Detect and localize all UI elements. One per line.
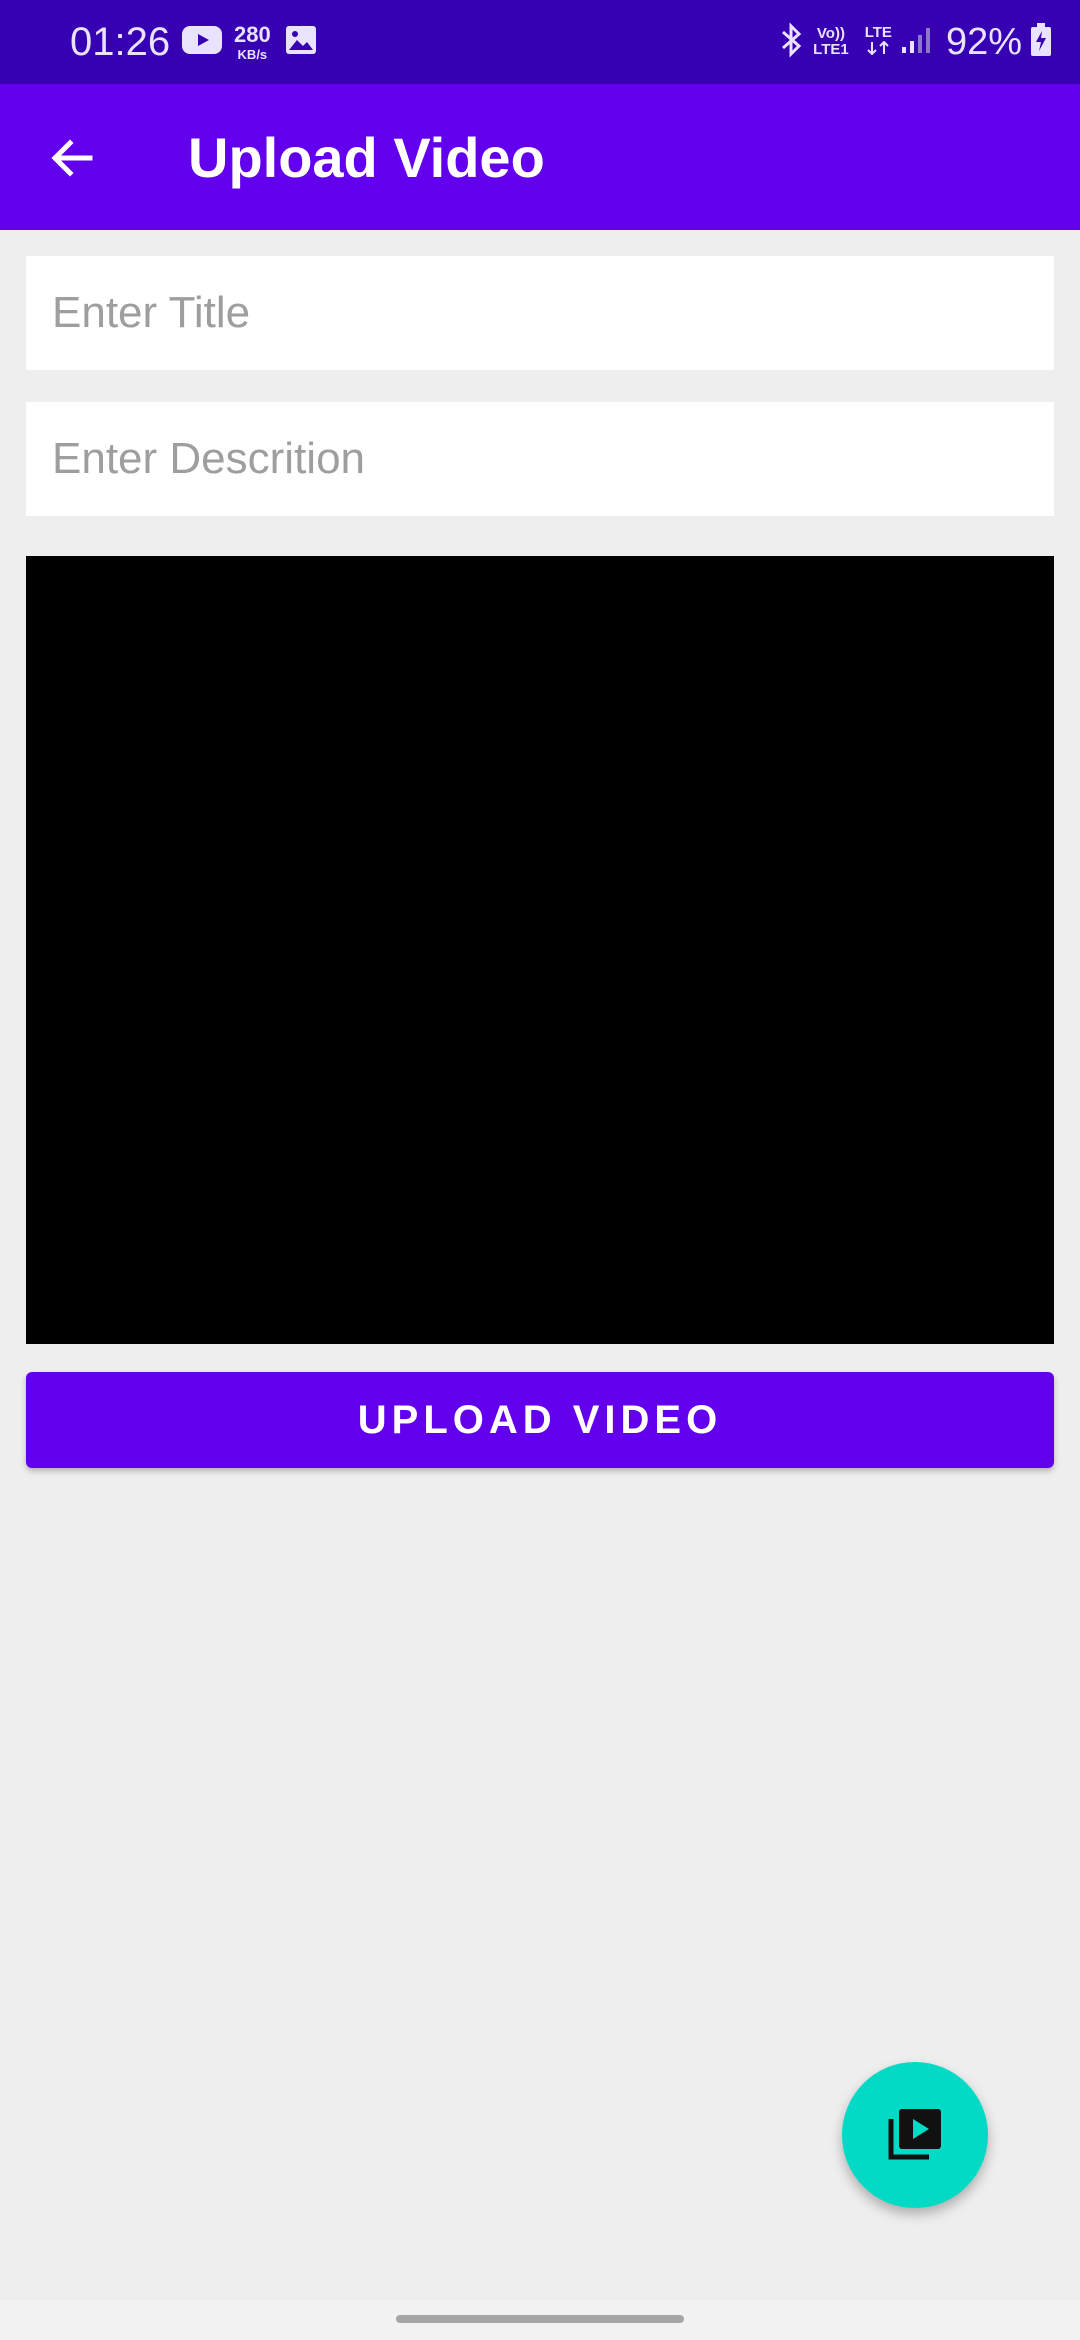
lte-label: LTE	[864, 24, 892, 41]
lte-indicator: LTE	[865, 25, 892, 59]
net-speed: 280 KB/s	[234, 21, 271, 62]
bluetooth-icon	[779, 21, 805, 63]
home-indicator[interactable]	[396, 2315, 684, 2323]
image-icon	[285, 25, 317, 60]
arrow-back-icon	[51, 139, 93, 177]
net-speed-unit: KB/s	[237, 46, 268, 62]
signal-icon	[900, 25, 932, 60]
battery-percent: 92%	[945, 20, 1022, 63]
status-right-icons: Vo)) LTE1 LTE 92%	[779, 18, 1052, 66]
pick-video-fab[interactable]	[842, 2062, 988, 2208]
title-input[interactable]	[26, 256, 1054, 370]
upload-video-button[interactable]: UPLOAD VIDEO	[26, 1372, 1054, 1468]
page-title: Upload Video	[188, 126, 545, 189]
youtube-icon	[182, 25, 222, 59]
back-button[interactable]	[38, 124, 106, 192]
net-speed-value: 280	[234, 21, 271, 47]
data-arrows-icon	[866, 40, 890, 59]
battery-charging-icon	[1030, 22, 1052, 62]
video-preview[interactable]	[26, 556, 1054, 1344]
volte-top: Vo))	[816, 25, 845, 42]
status-left-icons: 280 KB/s	[182, 20, 317, 64]
volte-bottom: LTE1	[813, 41, 849, 58]
status-time: 01:26	[70, 20, 171, 64]
app-bar: Upload Video	[0, 84, 1080, 230]
volte-indicator: Vo)) LTE1	[813, 26, 849, 58]
status-bar: 01:26 280 KB/s Vo)) LTE1 LTE 92%	[0, 0, 1080, 84]
description-input[interactable]	[26, 402, 1054, 516]
video-library-icon	[888, 2109, 941, 2160]
